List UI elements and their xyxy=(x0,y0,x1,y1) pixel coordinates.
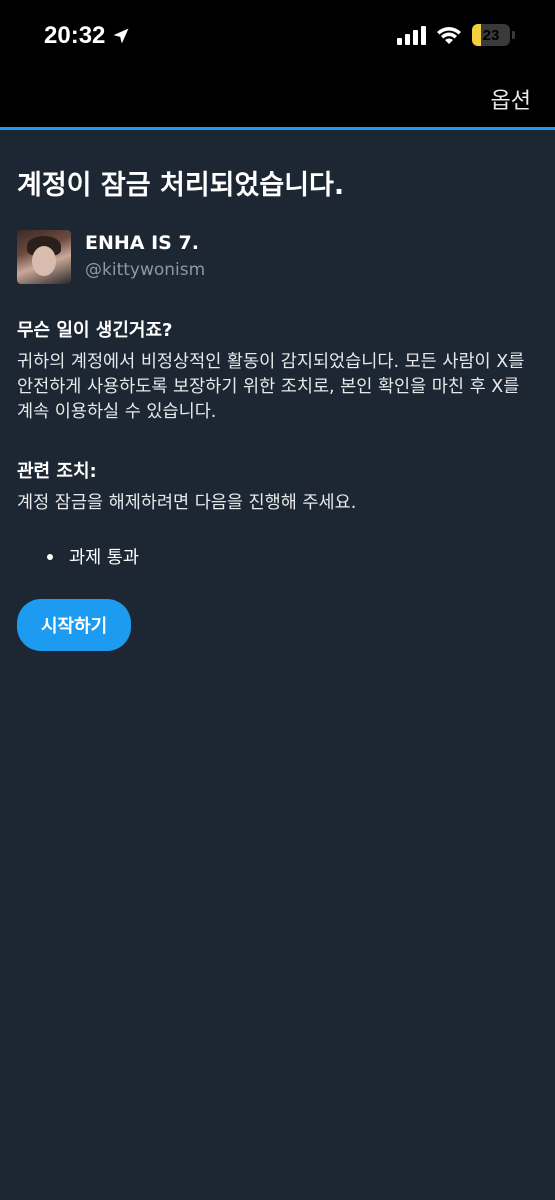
battery-level: 23 xyxy=(482,26,500,44)
actions-list: 과제 통과 xyxy=(47,544,537,569)
battery-icon: 23 xyxy=(472,24,515,46)
actions-body: 계정 잠금을 해제하려면 다음을 진행해 주세요. xyxy=(17,493,357,513)
wifi-icon xyxy=(437,27,461,44)
options-button[interactable]: 옵션 xyxy=(491,83,531,115)
actions-heading: 관련 조치: xyxy=(17,461,97,482)
user-handle: @kittywonism xyxy=(85,260,206,280)
display-name: ENHA IS 7. xyxy=(85,232,199,254)
what-happened-body: 귀하의 계정에서 비정상적인 활동이 감지되었습니다. 모든 사람이 X를 안전… xyxy=(17,352,525,422)
bullet-icon xyxy=(47,553,53,560)
page-title: 계정이 잠금 처리되었습니다. xyxy=(17,170,345,201)
progress-divider xyxy=(0,127,555,130)
list-item-label: 과제 통과 xyxy=(69,548,139,568)
list-item: 과제 통과 xyxy=(47,544,537,569)
start-button[interactable]: 시작하기 xyxy=(17,599,132,651)
what-happened-heading: 무슨 일이 생긴거죠? xyxy=(17,320,173,341)
status-bar: 20:32 23 xyxy=(0,0,555,75)
status-icons: 23 xyxy=(397,24,515,46)
location-arrow-icon xyxy=(113,28,129,44)
account-info: ENHA IS 7. @kittywonism xyxy=(17,230,537,284)
top-bar: 옵션 xyxy=(0,75,555,127)
main-content: 계정이 잠금 처리되었습니다. ENHA IS 7. @kittywonism … xyxy=(17,168,537,651)
time-text: 20:32 xyxy=(44,22,106,49)
status-time: 20:32 xyxy=(44,22,131,50)
avatar xyxy=(17,230,71,284)
cellular-signal-icon xyxy=(397,25,426,45)
